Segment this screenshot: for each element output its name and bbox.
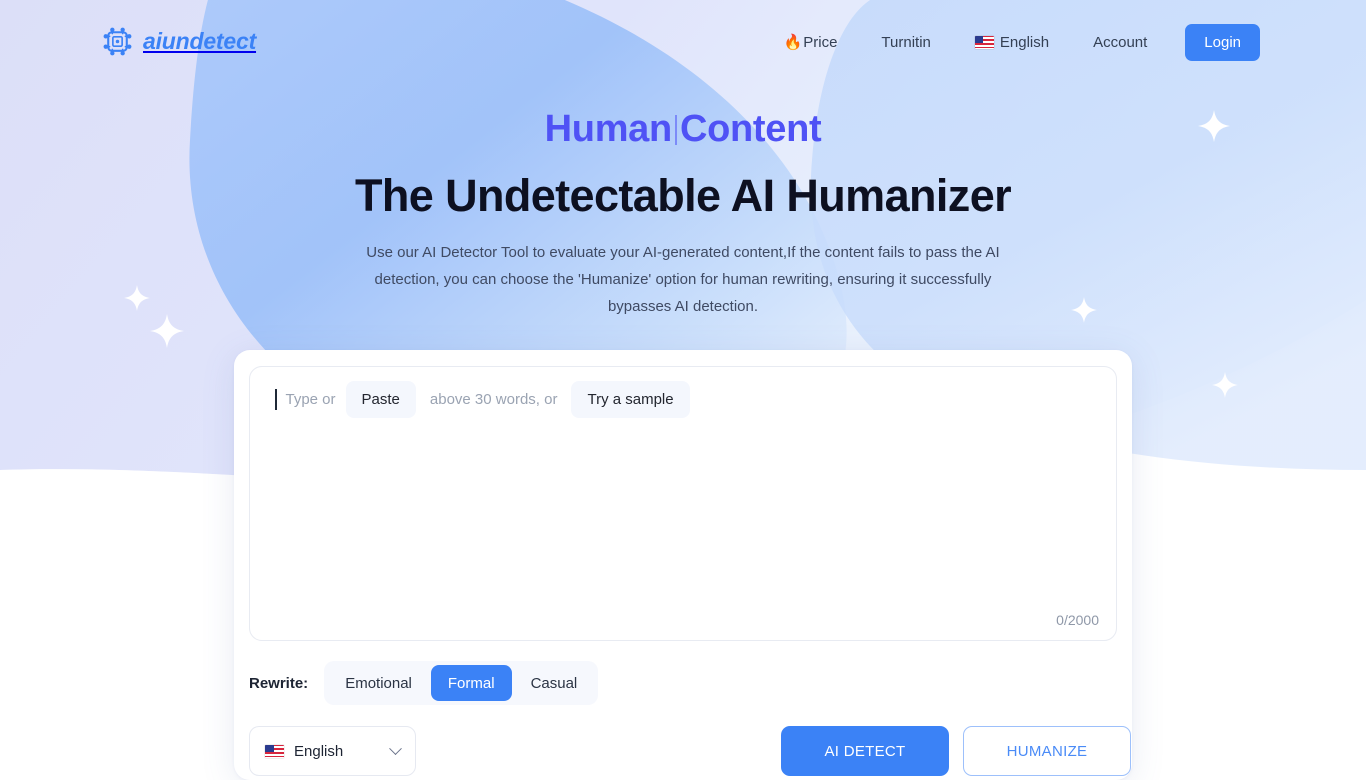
try-a-sample-button[interactable]: Try a sample	[571, 381, 689, 418]
tone-option-casual[interactable]: Casual	[514, 665, 595, 701]
chevron-down-icon	[389, 742, 402, 755]
hero-eyebrow-first: Human	[545, 108, 672, 150]
us-flag-icon	[265, 745, 284, 758]
text-caret-icon	[275, 389, 277, 410]
fire-icon: 🔥	[784, 35, 803, 50]
language-selector-label: English	[294, 743, 391, 760]
hero-subtitle: Use our AI Detector Tool to evaluate you…	[353, 239, 1013, 320]
tone-option-emotional[interactable]: Emotional	[328, 665, 429, 701]
page-title: The Undetectable AI Humanizer	[0, 167, 1366, 224]
action-row: English AI DETECT HUMANIZE	[249, 726, 1117, 776]
text-editor-panel[interactable]: Type or Paste above 30 words, or Try a s…	[249, 366, 1117, 641]
nav-item-price-label: Price	[803, 34, 837, 51]
main-navigation: 🔥 Price Turnitin English Account Login	[762, 22, 1260, 62]
brand-logo[interactable]: aiundetect	[101, 25, 256, 58]
typing-cursor-icon	[675, 115, 677, 145]
site-header: aiundetect 🔥 Price Turnitin English Acco…	[0, 0, 1366, 84]
hero-eyebrow-second: Content	[680, 108, 821, 150]
nav-item-account[interactable]: Account	[1071, 22, 1169, 62]
nav-item-price[interactable]: 🔥 Price	[762, 22, 860, 62]
chip-icon	[101, 25, 134, 58]
nav-item-account-label: Account	[1093, 34, 1147, 51]
nav-item-turnitin[interactable]: Turnitin	[859, 22, 952, 62]
login-button[interactable]: Login	[1185, 24, 1260, 61]
humanize-button[interactable]: HUMANIZE	[963, 726, 1131, 776]
nav-item-language[interactable]: English	[953, 22, 1071, 62]
humanizer-tool-card: Type or Paste above 30 words, or Try a s…	[234, 350, 1132, 780]
editor-placeholder-row: Type or Paste above 30 words, or Try a s…	[275, 381, 700, 418]
brand-name: aiundetect	[143, 28, 256, 55]
us-flag-icon	[975, 36, 994, 49]
above-words-label: above 30 words, or	[430, 391, 558, 408]
hero-eyebrow: HumanContent	[0, 106, 1366, 152]
rewrite-label: Rewrite:	[249, 675, 308, 692]
tone-option-formal[interactable]: Formal	[431, 665, 512, 701]
type-or-label: Type or	[286, 391, 336, 408]
rewrite-tone-group: Emotional Formal Casual	[324, 661, 598, 705]
rewrite-tone-row: Rewrite: Emotional Formal Casual	[249, 661, 598, 705]
character-counter: 0/2000	[1056, 612, 1099, 628]
ai-detect-button[interactable]: AI DETECT	[781, 726, 949, 776]
paste-button[interactable]: Paste	[346, 381, 416, 418]
nav-item-turnitin-label: Turnitin	[881, 34, 930, 51]
language-selector[interactable]: English	[249, 726, 416, 776]
nav-item-language-label: English	[1000, 34, 1049, 51]
